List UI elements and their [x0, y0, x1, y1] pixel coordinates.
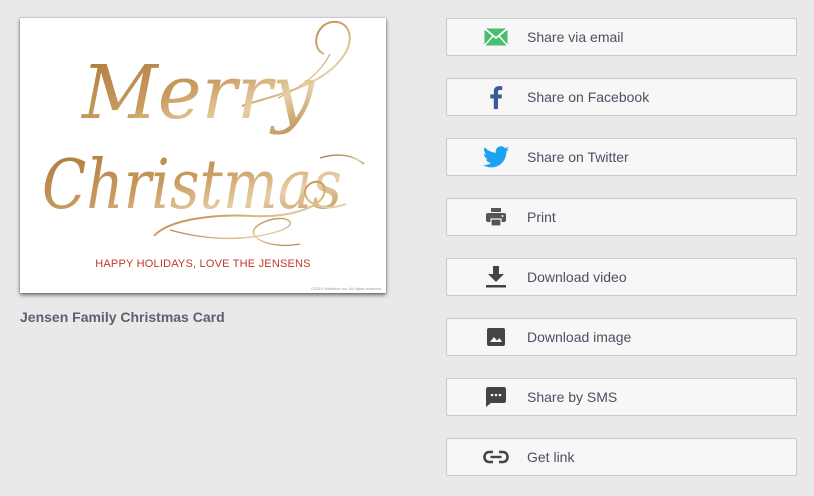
envelope-icon: [483, 25, 509, 49]
download-image-label: Download image: [527, 329, 632, 345]
download-video-label: Download video: [527, 269, 627, 285]
card-preview[interactable]: Merry Christmas HAPPY HOLIDAYS, LOVE THE…: [20, 18, 386, 293]
share-sms-label: Share by SMS: [527, 389, 618, 405]
merry-christmas-lettering-image: Merry Christmas: [42, 20, 365, 247]
twitter-icon: [483, 145, 509, 169]
share-email-label: Share via email: [527, 29, 624, 45]
download-video-button[interactable]: Download video: [446, 258, 797, 296]
download-icon: [483, 265, 509, 289]
card-copyright: ©2019 Smilebox Inc. All rights reserved.: [311, 286, 382, 291]
download-image-button[interactable]: Download image: [446, 318, 797, 356]
share-facebook-button[interactable]: Share on Facebook: [446, 78, 797, 116]
print-button[interactable]: Print: [446, 198, 797, 236]
card-message: HAPPY HOLIDAYS, LOVE THE JENSENS: [95, 258, 311, 270]
share-sms-button[interactable]: Share by SMS: [446, 378, 797, 416]
share-twitter-button[interactable]: Share on Twitter: [446, 138, 797, 176]
share-twitter-label: Share on Twitter: [527, 149, 629, 165]
facebook-icon: [483, 85, 509, 109]
share-email-button[interactable]: Share via email: [446, 18, 797, 56]
share-actions: Share via email Share on Facebook Share …: [446, 18, 797, 496]
get-link-label: Get link: [527, 449, 575, 465]
card-title: Jensen Family Christmas Card: [20, 309, 225, 325]
print-label: Print: [527, 209, 556, 225]
lettering-christmas: Christmas: [42, 146, 342, 225]
get-link-button[interactable]: Get link: [446, 438, 797, 476]
sms-icon: [483, 385, 509, 409]
lettering-merry: Merry: [80, 50, 315, 136]
share-facebook-label: Share on Facebook: [527, 89, 650, 105]
printer-icon: [483, 205, 509, 229]
link-icon: [483, 445, 509, 469]
image-icon: [483, 325, 509, 349]
